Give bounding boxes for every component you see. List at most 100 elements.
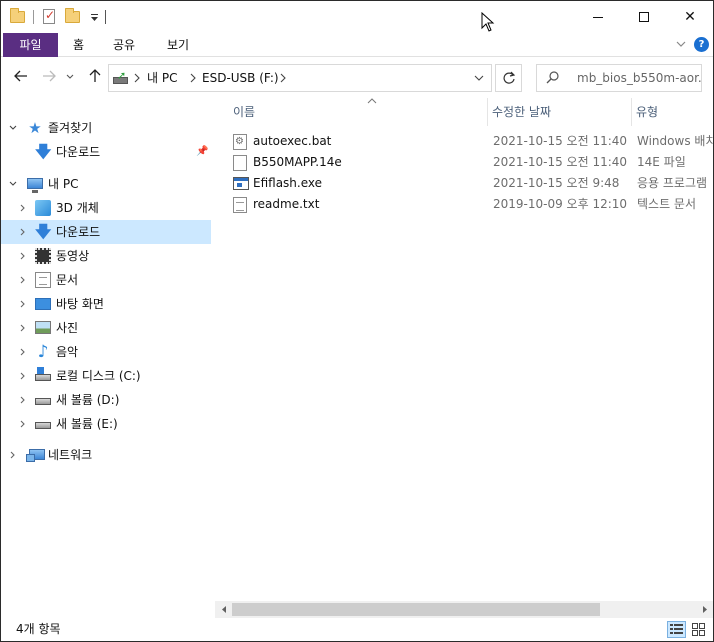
file-date: 2019-10-09 오후 12:10 [493,197,628,211]
nav-label: 다운로드 [56,225,101,239]
nav-label: 새 볼륨 (D:) [56,393,120,407]
large-icons-view-button[interactable] [689,621,708,638]
breadcrumb-esd-usb[interactable]: ESD-USB (F:) [202,65,279,91]
forward-arrow-icon [43,70,56,82]
folder-icon[interactable] [9,8,27,26]
collapse-chevron-icon[interactable] [17,316,29,340]
collapse-chevron-icon[interactable] [17,268,29,292]
nav-label: 사진 [56,321,79,335]
item-count: 4개 항목 [16,622,61,636]
recent-locations-button[interactable] [63,68,77,88]
status-bar: 4개 항목 [1,618,713,641]
nav-item-3d-objects[interactable]: 3D 개체 [1,196,211,220]
collapse-chevron-icon[interactable] [17,388,29,412]
expand-chevron-icon[interactable] [7,116,19,140]
title-divider [105,10,106,24]
address-history-dropdown[interactable] [467,65,491,91]
nav-item-downloads[interactable]: 🡇 다운로드 [1,220,211,244]
pictures-icon [35,321,51,334]
minimize-button[interactable] [575,1,621,33]
search-icon [546,71,559,84]
nav-item-videos[interactable]: 동영상 [1,244,211,268]
help-icon[interactable]: ? [694,37,709,52]
download-arrow-icon: 🡇 [35,142,52,161]
file-row[interactable]: autoexec.bat 2021-10-15 오전 11:40 Windows… [229,131,713,152]
tab-view[interactable]: 보기 [155,33,201,57]
file-date: 2021-10-15 오전 11:40 [493,155,628,169]
scrollbar-thumb[interactable] [232,603,600,616]
expand-ribbon-chevron-icon[interactable] [673,36,689,52]
generic-file-icon [233,155,247,171]
nav-item-local-disk-c[interactable]: 로컬 디스크 (C:) [1,364,211,388]
minimize-icon [593,16,603,18]
tab-home[interactable]: 홈 [61,33,96,57]
file-row[interactable]: Efiflash.exe 2021-10-15 오전 9:48 응용 프로그램 [229,173,713,194]
properties-icon[interactable] [40,8,58,26]
breadcrumb-separator-icon[interactable] [133,65,141,91]
tab-file[interactable]: 파일 [3,33,58,57]
toolbar-divider [33,10,34,24]
address-bar[interactable]: ➚ 내 PC ESD-USB (F:) [108,64,492,92]
collapse-chevron-icon[interactable] [17,340,29,364]
network-icon [26,449,45,462]
download-arrow-icon: 🡇 [35,222,52,241]
collapse-chevron-icon[interactable] [17,412,29,436]
up-arrow-icon [89,69,101,82]
nav-item-volume-e[interactable]: 새 볼륨 (E:) [1,412,211,436]
nav-item-music[interactable]: ♪ 음악 [1,340,211,364]
up-button[interactable] [85,68,105,88]
drive-icon [35,398,51,405]
nav-label: 네트워크 [48,448,93,462]
collapse-chevron-icon[interactable] [17,196,29,220]
nav-item-quick-access[interactable]: ★ 즐겨찾기 [1,116,211,140]
details-view-button[interactable] [667,621,686,638]
nav-label: 내 PC [48,177,79,191]
scroll-right-arrow-icon[interactable] [696,601,713,618]
nav-item-desktop[interactable]: 바탕 화면 [1,292,211,316]
breadcrumb-this-pc[interactable]: 내 PC [147,65,177,91]
collapse-chevron-icon[interactable] [17,244,29,268]
search-input[interactable]: mb_bios_b550m-aor... [577,65,701,91]
file-name: autoexec.bat [253,134,332,148]
customize-toolbar-dropdown[interactable] [88,8,106,26]
3d-objects-icon [35,200,51,216]
sort-ascending-icon [367,89,377,117]
ribbon-tabs: 파일 홈 공유 보기 ? [1,33,713,57]
collapse-chevron-icon[interactable] [17,364,29,388]
search-box[interactable]: mb_bios_b550m-aor... [536,64,702,92]
close-button[interactable]: ✕ [667,1,713,33]
nav-item-network[interactable]: 네트워크 [1,443,211,467]
back-button[interactable] [11,68,31,88]
column-header-name[interactable]: 이름 [229,98,487,126]
collapse-chevron-icon[interactable] [17,292,29,316]
nav-item-documents[interactable]: 문서 [1,268,211,292]
nav-item-this-pc[interactable]: 내 PC [1,172,211,196]
horizontal-scrollbar[interactable] [215,601,713,618]
collapse-chevron-icon[interactable] [17,220,29,244]
column-header-type[interactable]: 유형 [631,98,713,126]
details-view-icon [670,624,683,634]
document-icon [35,272,51,288]
maximize-button[interactable] [621,1,667,33]
text-file-icon [233,197,247,213]
scroll-left-arrow-icon[interactable] [215,601,232,618]
maximize-icon [639,12,649,22]
expand-chevron-icon[interactable] [7,172,19,196]
nav-label: 다운로드 [56,145,101,159]
desktop-icon [35,298,51,310]
file-row[interactable]: readme.txt 2019-10-09 오후 12:10 텍스트 문서 [229,194,713,215]
forward-button[interactable] [39,68,59,88]
breadcrumb-separator-icon[interactable] [189,65,197,91]
nav-item-pictures[interactable]: 사진 [1,316,211,340]
nav-item-volume-d[interactable]: 새 볼륨 (D:) [1,388,211,412]
nav-label: 음악 [56,345,79,359]
breadcrumb-separator-icon[interactable] [279,65,287,91]
file-list: 이름 수정한 날짜 유형 autoexec.bat 2021-10-15 오전 … [215,98,713,601]
file-row[interactable]: B550MAPP.14e 2021-10-15 오전 11:40 14E 파일 [229,152,713,173]
column-header-date[interactable]: 수정한 날짜 [487,98,631,126]
nav-item-quick-downloads[interactable]: 🡇 다운로드 📌 [1,140,211,164]
collapse-chevron-icon[interactable] [7,443,19,467]
new-folder-icon[interactable] [64,8,82,26]
refresh-button[interactable] [495,64,522,92]
tab-share[interactable]: 공유 [101,33,147,57]
